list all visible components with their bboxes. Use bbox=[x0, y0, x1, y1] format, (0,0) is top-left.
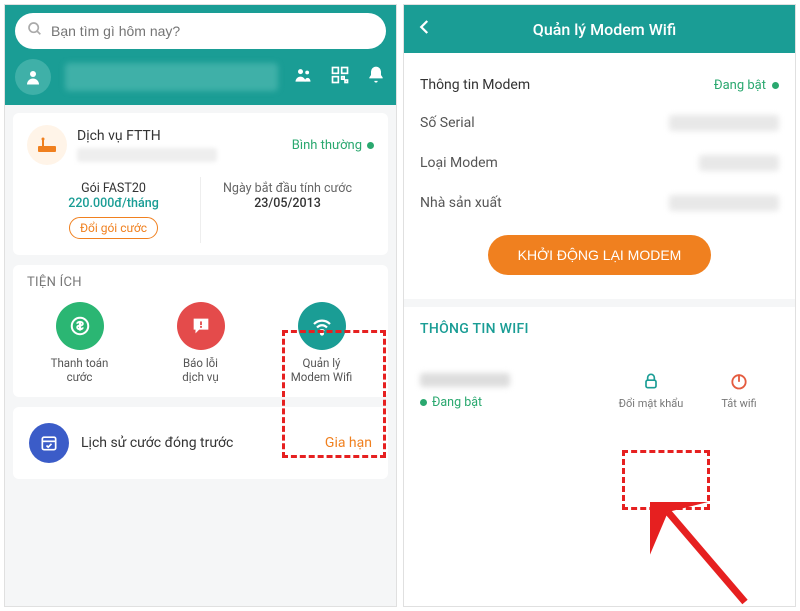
utility-modem-wifi[interactable]: Quản lý Modem Wifi bbox=[272, 302, 372, 385]
qr-icon[interactable] bbox=[330, 65, 350, 89]
topbar-title: Quản lý Modem Wifi bbox=[444, 20, 765, 39]
service-status: Bình thường bbox=[292, 138, 374, 153]
router-icon bbox=[27, 125, 67, 165]
service-card: Dịch vụ FTTH Bình thường Gói FAST20 220.… bbox=[13, 113, 388, 255]
status-dot-icon bbox=[772, 82, 779, 89]
search-bar[interactable] bbox=[15, 13, 386, 49]
utility-payment[interactable]: Thanh toán cước bbox=[30, 302, 130, 385]
row-serial: Số Serial bbox=[420, 103, 779, 143]
utilities-header: TIỆN ÍCH bbox=[13, 265, 388, 296]
utility-report-label: Báo lỗi dịch vụ bbox=[182, 356, 218, 385]
history-card[interactable]: Lịch sử cước đóng trước Gia hạn bbox=[13, 407, 388, 479]
serial-value-blurred bbox=[669, 115, 779, 131]
vendor-value-blurred bbox=[669, 195, 779, 211]
user-name-blurred bbox=[65, 63, 278, 91]
wifi-row: Đang bật Đổi mật khẩu Tắt wifi bbox=[404, 365, 795, 422]
power-icon bbox=[729, 371, 749, 394]
change-password-button[interactable]: Đổi mật khẩu bbox=[611, 371, 691, 410]
restart-modem-button[interactable]: KHỞI ĐỘNG LẠI MODEM bbox=[488, 235, 712, 275]
wifi-name-column: Đang bật bbox=[420, 373, 603, 410]
modem-status-label: Đang bật bbox=[714, 78, 766, 93]
plan-date-col: Ngày bắt đầu tính cước 23/05/2013 bbox=[201, 177, 374, 243]
vendor-label: Nhà sản xuất bbox=[420, 195, 502, 211]
friends-icon[interactable] bbox=[292, 65, 314, 89]
plan-start-date: 23/05/2013 bbox=[203, 196, 372, 211]
service-title: Dịch vụ FTTH bbox=[77, 128, 282, 144]
search-icon bbox=[27, 21, 43, 41]
lock-icon bbox=[641, 371, 661, 394]
search-input[interactable] bbox=[51, 23, 374, 39]
turn-off-label: Tắt wifi bbox=[721, 397, 756, 410]
type-value-blurred bbox=[699, 155, 779, 171]
back-icon[interactable] bbox=[416, 18, 434, 40]
serial-label: Số Serial bbox=[420, 115, 475, 131]
modem-info-title: Thông tin Modem bbox=[420, 77, 530, 93]
service-status-label: Bình thường bbox=[292, 138, 362, 153]
plan-price: 220.000đ/tháng bbox=[29, 196, 198, 211]
wifi-ssid-blurred bbox=[420, 373, 510, 387]
status-dot-icon bbox=[367, 142, 374, 149]
change-package-button[interactable]: Đổi gói cước bbox=[69, 217, 158, 239]
status-dot-icon bbox=[420, 399, 427, 406]
utility-report-error[interactable]: Báo lỗi dịch vụ bbox=[151, 302, 251, 385]
renew-link[interactable]: Gia hạn bbox=[325, 435, 372, 451]
modem-management-screen: Quản lý Modem Wifi Thông tin Modem Đang … bbox=[403, 4, 796, 607]
wifi-icon bbox=[298, 302, 346, 350]
change-password-label: Đổi mật khẩu bbox=[619, 397, 684, 410]
wifi-info-header: THÔNG TIN WIFI bbox=[404, 307, 795, 365]
row-vendor: Nhà sản xuất bbox=[420, 183, 779, 223]
alert-chat-icon bbox=[177, 302, 225, 350]
service-subtext-blurred bbox=[77, 148, 217, 162]
modem-status: Đang bật bbox=[714, 78, 779, 93]
dollar-icon bbox=[56, 302, 104, 350]
wifi-status-label: Đang bật bbox=[432, 395, 482, 410]
avatar[interactable] bbox=[15, 59, 51, 95]
home-screen: Dịch vụ FTTH Bình thường Gói FAST20 220.… bbox=[4, 4, 397, 607]
plan-package-col: Gói FAST20 220.000đ/tháng Đổi gói cước bbox=[27, 177, 201, 243]
history-label: Lịch sử cước đóng trước bbox=[81, 435, 313, 451]
plan-start-label: Ngày bắt đầu tính cước bbox=[203, 181, 372, 196]
utility-payment-label: Thanh toán cước bbox=[51, 356, 109, 385]
home-header bbox=[5, 5, 396, 105]
utility-modem-label: Quản lý Modem Wifi bbox=[291, 356, 353, 385]
wifi-status: Đang bật bbox=[420, 395, 603, 410]
modem-info-section: Thông tin Modem Đang bật Số Serial Loại … bbox=[404, 53, 795, 299]
section-divider bbox=[404, 299, 795, 307]
plan-name: Gói FAST20 bbox=[29, 181, 198, 196]
utilities-card: TIỆN ÍCH Thanh toán cước Báo lỗi dịch vụ bbox=[13, 265, 388, 397]
bell-icon[interactable] bbox=[366, 65, 386, 89]
type-label: Loại Modem bbox=[420, 155, 498, 171]
topbar: Quản lý Modem Wifi bbox=[404, 5, 795, 53]
calendar-icon bbox=[29, 423, 69, 463]
turn-off-wifi-button[interactable]: Tắt wifi bbox=[699, 371, 779, 410]
row-modem-type: Loại Modem bbox=[420, 143, 779, 183]
